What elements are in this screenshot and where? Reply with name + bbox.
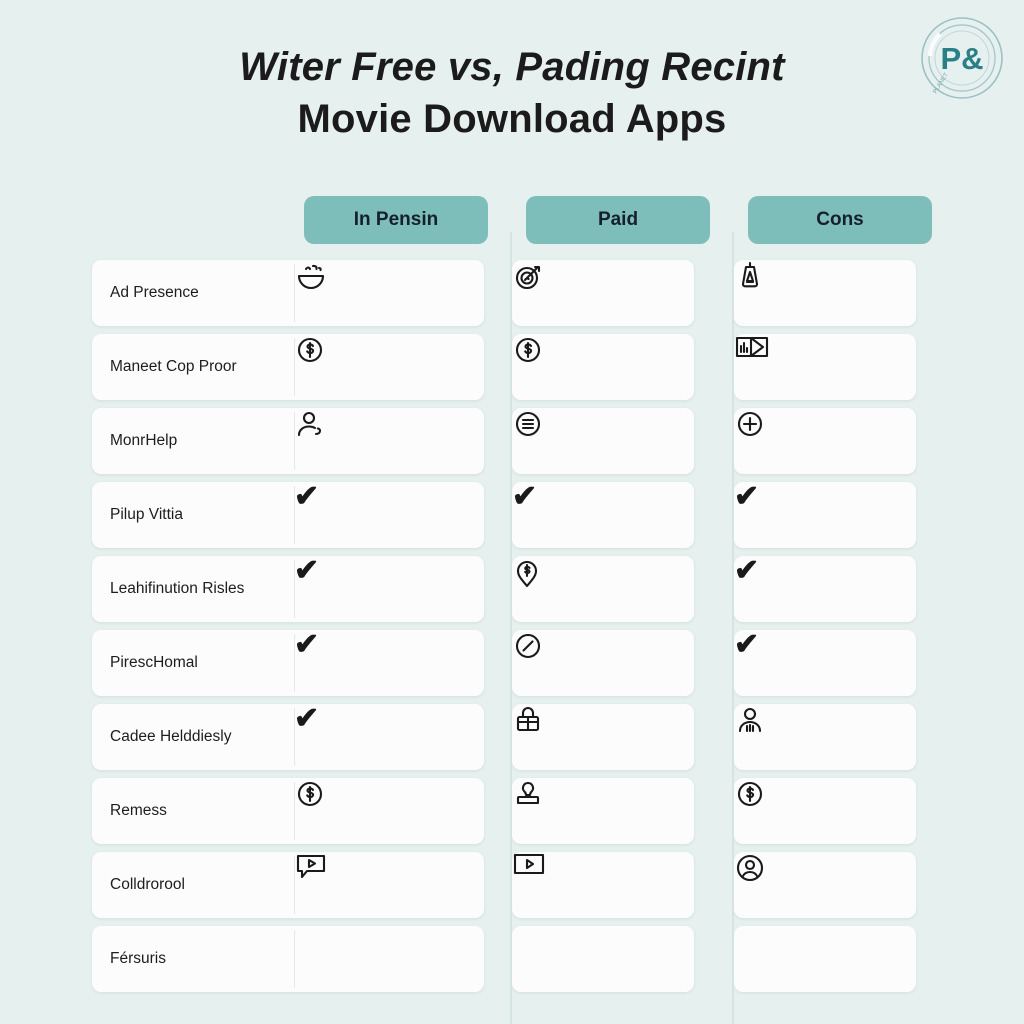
table-row: MonrHelp	[92, 408, 932, 474]
cell-cons[interactable]	[734, 334, 916, 400]
cell-cons[interactable]	[734, 926, 916, 992]
table-row: Colldrorool	[92, 852, 932, 918]
table-body: Ad Presence Maneet Cop Proor MonrHelp Pilup…	[92, 260, 932, 992]
cell-cons[interactable]	[734, 704, 916, 770]
column-separator-1	[510, 232, 512, 1024]
cell-in-pensin[interactable]	[294, 852, 484, 918]
cell-paid[interactable]	[512, 778, 694, 844]
row-label: Férsuris	[110, 950, 166, 967]
row-label-card[interactable]: Remess	[92, 778, 484, 844]
table-row: Ad Presence	[92, 260, 932, 326]
cell-cons[interactable]: ✔	[734, 630, 916, 696]
cell-paid[interactable]	[512, 334, 694, 400]
cell-paid[interactable]	[512, 630, 694, 696]
cell-in-pensin[interactable]: ✔	[294, 556, 484, 622]
cell-cons[interactable]	[734, 260, 916, 326]
row-label: Cadee Helddiesly	[110, 728, 232, 745]
cell-paid[interactable]	[512, 260, 694, 326]
row-label: Maneet Cop Proor	[110, 358, 237, 375]
cell-in-pensin[interactable]: ✔	[294, 482, 484, 548]
cell-paid[interactable]	[512, 926, 694, 992]
row-label-card[interactable]: PirescHomal ✔	[92, 630, 484, 696]
page-title: Witer Free vs, Pading Recint Movie Downl…	[0, 45, 1024, 149]
row-label-card[interactable]: Cadee Helddiesly ✔	[92, 704, 484, 770]
cell-paid[interactable]: ✔	[512, 482, 694, 548]
cell-cons[interactable]: ✔	[734, 482, 916, 548]
cell-paid[interactable]	[512, 852, 694, 918]
table-row: PirescHomal ✔ ✔	[92, 630, 932, 696]
cell-in-pensin[interactable]: ✔	[294, 704, 484, 770]
cell-cons[interactable]: ✔	[734, 556, 916, 622]
table-row: Pilup Vittia ✔ ✔ ✔	[92, 482, 932, 548]
row-label-card[interactable]: MonrHelp	[92, 408, 484, 474]
cell-cons[interactable]	[734, 852, 916, 918]
row-label-card[interactable]: Pilup Vittia ✔	[92, 482, 484, 548]
table-row: Férsuris	[92, 926, 932, 992]
row-label-card[interactable]: Colldrorool	[92, 852, 484, 918]
column-header-cons[interactable]: Cons	[748, 196, 932, 244]
row-label-card[interactable]: Maneet Cop Proor	[92, 334, 484, 400]
cell-cons[interactable]	[734, 408, 916, 474]
cell-in-pensin[interactable]: ✔	[294, 630, 484, 696]
cell-in-pensin[interactable]	[294, 926, 484, 992]
row-label: Ad Presence	[110, 284, 199, 301]
cell-in-pensin[interactable]	[294, 778, 484, 844]
cell-paid[interactable]	[512, 408, 694, 474]
cell-in-pensin[interactable]	[294, 260, 484, 326]
column-separator-2	[732, 232, 734, 1024]
title-line-2: Movie Download Apps	[297, 97, 727, 142]
column-header-in-pensin[interactable]: In Pensin	[304, 196, 488, 244]
row-label: Colldrorool	[110, 876, 185, 893]
table-row: Leahifinution Risles ✔ ✔	[92, 556, 932, 622]
table-row: Remess	[92, 778, 932, 844]
column-header-paid[interactable]: Paid	[526, 196, 710, 244]
row-label-card[interactable]: Ad Presence	[92, 260, 484, 326]
row-label: Remess	[110, 802, 167, 819]
table-row: Cadee Helddiesly ✔	[92, 704, 932, 770]
cell-paid[interactable]	[512, 556, 694, 622]
row-label-card[interactable]: Leahifinution Risles ✔	[92, 556, 484, 622]
comparison-table: In Pensin Paid Cons Ad Presence Maneet Co…	[92, 196, 932, 1000]
cell-in-pensin[interactable]	[294, 334, 484, 400]
row-label: PirescHomal	[110, 654, 198, 671]
table-header-row: In Pensin Paid Cons	[92, 196, 932, 260]
title-line-1: Witer Free vs, Pading Recint	[239, 45, 785, 89]
cell-in-pensin[interactable]	[294, 408, 484, 474]
cell-cons[interactable]	[734, 778, 916, 844]
row-label-card[interactable]: Férsuris	[92, 926, 484, 992]
row-label: Leahifinution Risles	[110, 580, 245, 597]
table-row: Maneet Cop Proor	[92, 334, 932, 400]
cell-paid[interactable]	[512, 704, 694, 770]
row-label: MonrHelp	[110, 432, 178, 449]
row-label: Pilup Vittia	[110, 506, 183, 523]
